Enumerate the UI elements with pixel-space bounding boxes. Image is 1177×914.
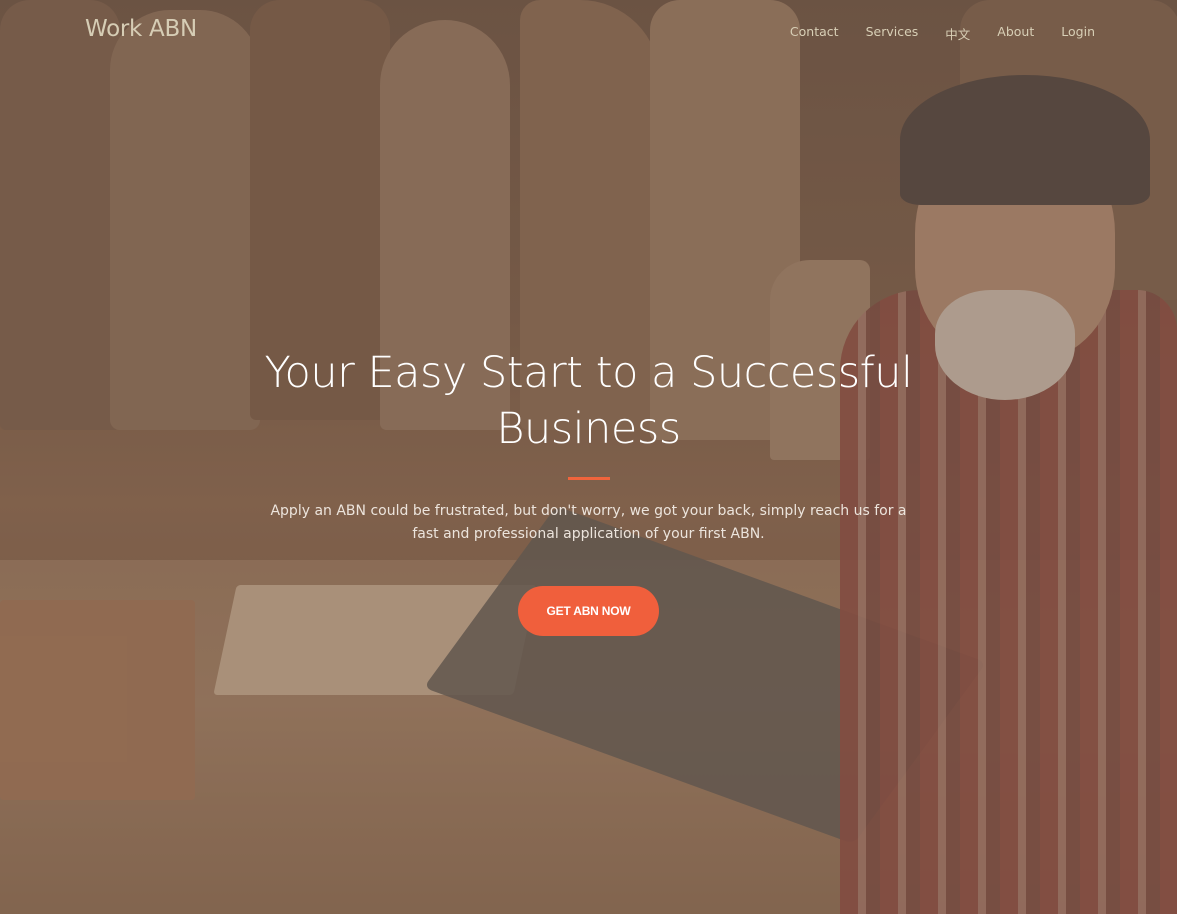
hero-headline: Your Easy Start to a Successful Business [264,348,914,454]
hero-content: Your Easy Start to a Successful Business… [0,345,1177,636]
nav-item-login[interactable]: Login [1061,24,1095,43]
hero-section: Work ABN Contact Services 中文 About Login… [0,0,1177,914]
top-navbar: Work ABN Contact Services 中文 About Login [0,0,1177,64]
nav-item-chinese[interactable]: 中文 [945,24,970,43]
headline-divider [567,477,610,480]
brand-logo[interactable]: Work ABN [85,16,197,42]
get-abn-now-button[interactable]: GET ABN NOW [518,586,659,636]
main-menu: Contact Services 中文 About Login [763,24,1095,43]
nav-item-contact[interactable]: Contact [790,24,839,43]
hero-subtext: Apply an ABN could be frustrated, but do… [270,503,907,542]
nav-item-about[interactable]: About [997,24,1034,43]
nav-item-services[interactable]: Services [866,24,919,43]
